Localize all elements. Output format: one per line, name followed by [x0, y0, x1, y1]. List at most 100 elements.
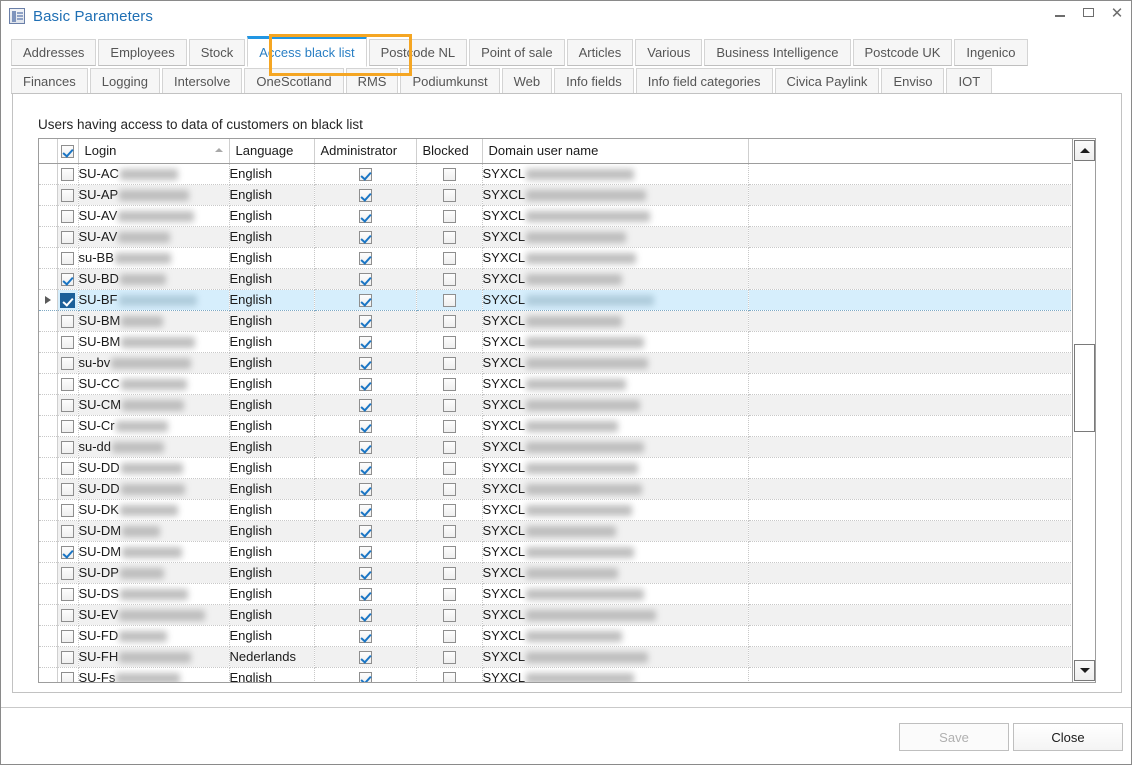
row-select-checkbox-icon[interactable] — [61, 588, 74, 601]
row-select-checkbox-icon[interactable] — [61, 609, 74, 622]
cell-blocked[interactable] — [416, 499, 482, 520]
cell-administrator[interactable] — [314, 310, 416, 331]
row-select-cell[interactable] — [57, 625, 78, 646]
blocked-checkbox-icon[interactable] — [443, 630, 456, 643]
users-grid[interactable]: LoginLanguageAdministratorBlockedDomain … — [38, 138, 1096, 683]
administrator-checkbox-icon[interactable] — [359, 630, 372, 643]
row-select-cell[interactable] — [57, 247, 78, 268]
blocked-checkbox-icon[interactable] — [443, 273, 456, 286]
row-indicator-cell[interactable] — [39, 667, 57, 682]
row-select-checkbox-icon[interactable] — [61, 651, 74, 664]
table-row[interactable]: SU-BMEnglishSYXCL — [39, 310, 1071, 331]
row-select-cell[interactable] — [57, 268, 78, 289]
cell-administrator[interactable] — [314, 373, 416, 394]
row-select-cell[interactable] — [57, 436, 78, 457]
administrator-checkbox-icon[interactable] — [359, 273, 372, 286]
row-indicator-cell[interactable] — [39, 226, 57, 247]
row-select-checkbox-icon[interactable] — [61, 504, 74, 517]
blocked-checkbox-icon[interactable] — [443, 294, 456, 307]
row-indicator-cell[interactable] — [39, 394, 57, 415]
row-indicator-cell[interactable] — [39, 289, 57, 310]
header-blocked[interactable]: Blocked — [416, 139, 482, 163]
administrator-checkbox-icon[interactable] — [359, 294, 372, 307]
cell-blocked[interactable] — [416, 247, 482, 268]
cell-administrator[interactable] — [314, 457, 416, 478]
blocked-checkbox-icon[interactable] — [443, 462, 456, 475]
blocked-checkbox-icon[interactable] — [443, 588, 456, 601]
cell-administrator[interactable] — [314, 289, 416, 310]
cell-administrator[interactable] — [314, 499, 416, 520]
blocked-checkbox-icon[interactable] — [443, 546, 456, 559]
administrator-checkbox-icon[interactable] — [359, 525, 372, 538]
grid-vertical-scrollbar[interactable] — [1072, 139, 1095, 682]
tab-business-intelligence[interactable]: Business Intelligence — [704, 39, 850, 66]
tab-podiumkunst[interactable]: Podiumkunst — [400, 68, 499, 94]
row-select-checkbox-icon[interactable] — [61, 168, 74, 181]
cell-blocked[interactable] — [416, 541, 482, 562]
row-select-checkbox-icon[interactable] — [61, 672, 74, 682]
row-indicator-cell[interactable] — [39, 541, 57, 562]
blocked-checkbox-icon[interactable] — [443, 336, 456, 349]
table-row[interactable]: SU-DMEnglishSYXCL — [39, 541, 1071, 562]
row-select-cell[interactable] — [57, 499, 78, 520]
cell-administrator[interactable] — [314, 562, 416, 583]
table-row[interactable]: SU-AVEnglishSYXCL — [39, 205, 1071, 226]
row-select-checkbox-icon[interactable] — [61, 315, 74, 328]
cell-blocked[interactable] — [416, 184, 482, 205]
row-select-cell[interactable] — [57, 394, 78, 415]
select-all-checkbox-icon[interactable] — [61, 145, 74, 158]
row-indicator-cell[interactable] — [39, 604, 57, 625]
cell-administrator[interactable] — [314, 352, 416, 373]
table-row[interactable]: SU-DDEnglishSYXCL — [39, 478, 1071, 499]
row-indicator-cell[interactable] — [39, 310, 57, 331]
tab-postcode-nl[interactable]: Postcode NL — [369, 39, 467, 66]
row-select-cell[interactable] — [57, 226, 78, 247]
blocked-checkbox-icon[interactable] — [443, 567, 456, 580]
table-row[interactable]: SU-BMEnglishSYXCL — [39, 331, 1071, 352]
tab-ingenico[interactable]: Ingenico — [954, 39, 1027, 66]
tab-point-of-sale[interactable]: Point of sale — [469, 39, 565, 66]
row-select-checkbox-icon[interactable] — [61, 399, 74, 412]
blocked-checkbox-icon[interactable] — [443, 483, 456, 496]
table-row[interactable]: SU-AVEnglishSYXCL — [39, 226, 1071, 247]
blocked-checkbox-icon[interactable] — [443, 231, 456, 244]
row-indicator-cell[interactable] — [39, 247, 57, 268]
blocked-checkbox-icon[interactable] — [443, 420, 456, 433]
tab-various[interactable]: Various — [635, 39, 702, 66]
tab-web[interactable]: Web — [502, 68, 553, 94]
administrator-checkbox-icon[interactable] — [359, 441, 372, 454]
administrator-checkbox-icon[interactable] — [359, 546, 372, 559]
blocked-checkbox-icon[interactable] — [443, 252, 456, 265]
minimize-icon[interactable] — [1053, 5, 1069, 21]
row-select-checkbox-icon[interactable] — [61, 252, 74, 265]
row-select-cell[interactable] — [57, 184, 78, 205]
blocked-checkbox-icon[interactable] — [443, 378, 456, 391]
cell-blocked[interactable] — [416, 226, 482, 247]
row-indicator-cell[interactable] — [39, 331, 57, 352]
cell-blocked[interactable] — [416, 625, 482, 646]
administrator-checkbox-icon[interactable] — [359, 609, 372, 622]
close-button[interactable]: Close — [1013, 723, 1123, 751]
row-select-checkbox-icon[interactable] — [61, 483, 74, 496]
administrator-checkbox-icon[interactable] — [359, 357, 372, 370]
cell-administrator[interactable] — [314, 583, 416, 604]
blocked-checkbox-icon[interactable] — [443, 189, 456, 202]
header-administrator[interactable]: Administrator — [314, 139, 416, 163]
cell-administrator[interactable] — [314, 667, 416, 682]
cell-administrator[interactable] — [314, 226, 416, 247]
table-row[interactable]: SU-CrEnglishSYXCL — [39, 415, 1071, 436]
administrator-checkbox-icon[interactable] — [359, 168, 372, 181]
table-row[interactable]: su-BBEnglishSYXCL — [39, 247, 1071, 268]
administrator-checkbox-icon[interactable] — [359, 651, 372, 664]
row-select-cell[interactable] — [57, 205, 78, 226]
row-indicator-cell[interactable] — [39, 184, 57, 205]
tab-intersolve[interactable]: Intersolve — [162, 68, 242, 94]
cell-administrator[interactable] — [314, 478, 416, 499]
cell-blocked[interactable] — [416, 436, 482, 457]
blocked-checkbox-icon[interactable] — [443, 399, 456, 412]
cell-blocked[interactable] — [416, 289, 482, 310]
administrator-checkbox-icon[interactable] — [359, 210, 372, 223]
table-row[interactable]: su-ddEnglishSYXCL — [39, 436, 1071, 457]
table-row[interactable]: su-bvEnglishSYXCL — [39, 352, 1071, 373]
cell-administrator[interactable] — [314, 247, 416, 268]
